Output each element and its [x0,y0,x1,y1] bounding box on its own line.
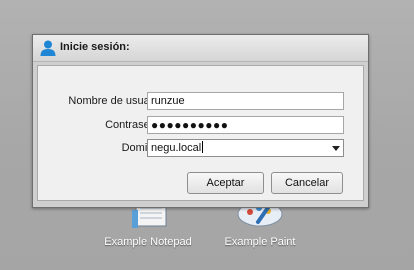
username-value: runzue [151,95,185,107]
desktop-icon-label: Example Notepad [104,236,192,248]
domain-select[interactable]: negu.local [147,139,344,157]
text-caret [202,141,204,153]
accept-button[interactable]: Aceptar [187,172,264,194]
username-input[interactable]: runzue [147,92,344,110]
desktop-icon-label: Example Paint [224,236,296,248]
login-dialog: Inicie sesión: Nombre de usuario: runzue… [32,34,369,208]
domain-value: negu.local [151,142,202,154]
password-input[interactable]: ●●●●●●●●●● [147,116,344,134]
dialog-titlebar[interactable]: Inicie sesión: [33,35,368,62]
password-masked-value: ●●●●●●●●●● [151,118,229,132]
user-icon [40,40,56,56]
login-form: Nombre de usuario: runzue Contraseña: ●●… [37,65,364,201]
cancel-button[interactable]: Cancelar [271,172,343,194]
dialog-title: Inicie sesión: [60,41,130,53]
chevron-down-icon[interactable] [332,146,340,151]
